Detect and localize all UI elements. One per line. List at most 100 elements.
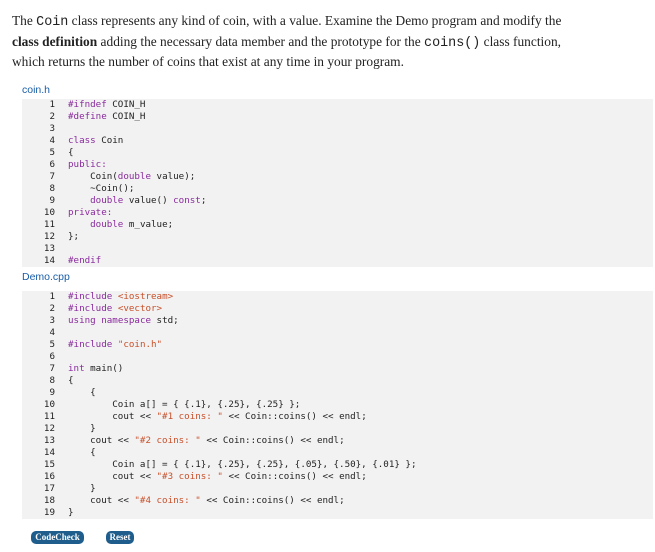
file-label-demo-cpp: Demo.cpp xyxy=(22,271,70,283)
description-text: class function, xyxy=(480,33,561,49)
code-token: << Coin::coins() << endl; xyxy=(200,435,345,446)
code-token: Coin xyxy=(95,135,124,146)
code-editor-coin-h[interactable]: 1 #ifndef COIN_H 2 #define COIN_H 3 4 class Co… xyxy=(22,99,653,267)
code-text[interactable]: #define COIN_H xyxy=(68,111,145,123)
code-text: { xyxy=(68,447,96,459)
code-text[interactable]: { xyxy=(68,147,74,159)
code-keyword: using xyxy=(68,315,96,326)
code-keyword: const xyxy=(173,195,201,206)
code-line: 2 #define COIN_H xyxy=(22,111,653,123)
line-number: 2 xyxy=(49,303,55,314)
line-number: 13 xyxy=(43,435,55,446)
code-keyword: namespace xyxy=(101,315,152,326)
code-text: #include <vector> xyxy=(68,303,162,315)
code-keyword: #include xyxy=(68,339,113,350)
code-text[interactable]: #ifndef COIN_H xyxy=(68,99,145,111)
line-number: 19 xyxy=(43,507,55,518)
code-token: ~Coin(); xyxy=(68,183,135,194)
code-token: m_value; xyxy=(123,219,174,230)
description-bold: class definition xyxy=(12,33,98,49)
code-line: 12}; xyxy=(22,231,653,243)
code-token: COIN_H xyxy=(106,111,146,122)
code-line: 5{ xyxy=(22,147,653,159)
line-number: 18 xyxy=(43,495,55,506)
line-number: 4 xyxy=(49,327,55,338)
line-number: 10 xyxy=(43,399,55,410)
code-text[interactable]: double value() const; xyxy=(68,195,206,207)
code-line: 14 { xyxy=(22,447,653,459)
code-token: << Coin::coins() << endl; xyxy=(222,411,367,422)
code-line: 10 private: xyxy=(22,207,653,219)
code-text: { xyxy=(68,387,96,399)
code-token: Coin( xyxy=(68,171,118,182)
code-token: Coin a[] = { {.1}, {.25}, {.25}, {.05}, … xyxy=(68,459,417,470)
line-number: 9 xyxy=(49,387,55,398)
code-token: cout << xyxy=(68,471,157,482)
code-text[interactable]: ~Coin(); xyxy=(68,183,134,195)
code-string: <vector> xyxy=(117,303,163,314)
code-line: 16 cout << "#3 coins: " << Coin::coins()… xyxy=(22,471,653,483)
code-text[interactable]: public: xyxy=(68,159,107,171)
code-string: "#2 coins: " xyxy=(134,435,201,446)
code-line: 7 int main() xyxy=(22,363,653,375)
line-number: 1 xyxy=(49,291,55,302)
line-number: 1 xyxy=(49,99,55,110)
line-number: 9 xyxy=(49,195,55,206)
code-token: cout << xyxy=(68,495,135,506)
line-number: 10 xyxy=(43,207,55,218)
code-text[interactable]: double m_value; xyxy=(68,219,173,231)
line-number: 2 xyxy=(49,111,55,122)
description-text: adding the necessary data member and the… xyxy=(97,33,425,49)
code-keyword: #endif xyxy=(68,255,102,266)
code-token: Coin a[] = { {.1}, {.25}, {.25} }; xyxy=(68,399,301,410)
line-number: 11 xyxy=(43,219,55,230)
code-line: 17 } xyxy=(22,483,653,495)
code-token: ; xyxy=(200,195,207,206)
code-keyword: double xyxy=(90,195,124,206)
code-token: cout << xyxy=(68,411,157,422)
code-line: 9 double value() const; xyxy=(22,195,653,207)
line-number: 13 xyxy=(43,243,55,254)
code-text: #include <iostream> xyxy=(68,291,173,303)
line-number: 8 xyxy=(49,375,55,386)
code-line: 12 } xyxy=(22,423,653,435)
code-string: <iostream> xyxy=(117,291,174,302)
code-token: value); xyxy=(151,171,196,182)
code-token: std; xyxy=(151,315,179,326)
code-text[interactable]: class Coin xyxy=(68,135,123,147)
code-keyword: int xyxy=(68,363,85,374)
line-number: 14 xyxy=(43,447,55,458)
code-text[interactable]: Coin(double value); xyxy=(68,171,195,183)
code-keyword: double xyxy=(117,171,151,182)
code-text: } xyxy=(68,507,74,519)
line-number: 8 xyxy=(49,183,55,194)
code-token: } xyxy=(68,507,74,518)
reset-button[interactable]: Reset xyxy=(106,531,134,544)
line-number: 3 xyxy=(49,123,55,134)
code-text: Coin a[] = { {.1}, {.25}, {.25} }; xyxy=(68,399,300,411)
code-string: "#3 coins: " xyxy=(156,471,223,482)
code-text[interactable]: }; xyxy=(68,231,79,243)
code-keyword: #include xyxy=(68,303,113,314)
code-text: #include "coin.h" xyxy=(68,339,162,351)
code-keyword: #include xyxy=(68,291,113,302)
code-line: 19} xyxy=(22,507,653,519)
code-line: 1 #include <iostream> xyxy=(22,291,653,303)
code-keyword: private: xyxy=(68,207,113,218)
code-keyword: #define xyxy=(68,111,107,122)
code-text: } xyxy=(68,423,96,435)
code-line: 4 class Coin xyxy=(22,135,653,147)
code-line: 10 Coin a[] = { {.1}, {.25}, {.25} }; xyxy=(22,399,653,411)
code-line: 1 #ifndef COIN_H xyxy=(22,99,653,111)
code-token: } xyxy=(68,423,96,434)
code-token: { xyxy=(68,147,74,158)
code-text: cout << "#4 coins: " << Coin::coins() <<… xyxy=(68,495,344,507)
code-line: 13 cout << "#2 coins: " << Coin::coins()… xyxy=(22,435,653,447)
code-text[interactable]: #endif xyxy=(68,255,101,267)
code-keyword: #ifndef xyxy=(68,99,107,110)
line-number: 12 xyxy=(43,423,55,434)
code-text[interactable]: private: xyxy=(68,207,112,219)
codecheck-button[interactable]: CodeCheck xyxy=(31,531,84,544)
code-line: 6 xyxy=(22,351,653,363)
code-line: 14 #endif xyxy=(22,255,653,267)
